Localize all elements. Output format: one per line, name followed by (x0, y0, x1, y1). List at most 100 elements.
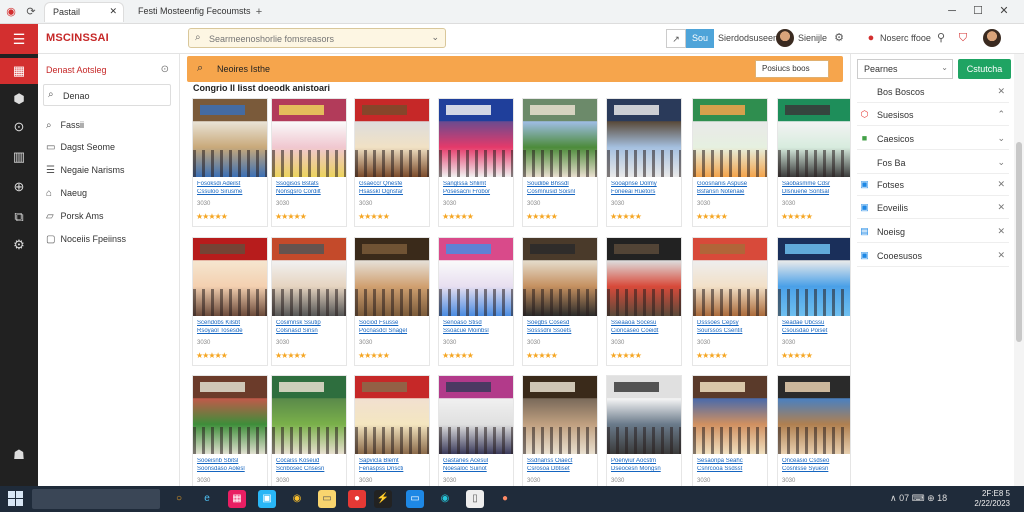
profile-label[interactable]: Sienijle (798, 33, 827, 43)
card-subtitle[interactable]: Scnbosec Cnsesn (276, 466, 342, 472)
product-card[interactable]: Senoaso Stisd Ssoacue Moinbsl 3030 ★★★★★ (438, 237, 514, 366)
card-title[interactable]: Cosimnsk Ssutip (276, 320, 342, 326)
rail-grid-icon[interactable]: ▦ (0, 58, 38, 84)
tab-active[interactable]: Pastail ✕ (44, 2, 124, 22)
refresh-icon[interactable]: ⟳ (24, 5, 38, 19)
chrome-icon[interactable]: ◉ (288, 490, 306, 508)
card-image[interactable] (193, 238, 267, 316)
card-subtitle[interactable]: Csousdao Poiset (782, 328, 848, 334)
card-image[interactable] (193, 376, 267, 454)
panel-row[interactable]: ▣ Eoveilis ✕ (857, 197, 1009, 219)
nav-search[interactable]: ⌕ Denao (43, 84, 171, 106)
product-card[interactable]: Poenyiur AocstmDseocesn Mongsn3030★★★★★ (606, 375, 682, 504)
clock[interactable]: 2F:E8 5 2/22/2023 (974, 489, 1010, 509)
row-action-icon[interactable]: ✕ (997, 250, 1005, 261)
card-image[interactable] (693, 99, 767, 177)
product-card[interactable]: Soegbs Cosesd Sosssdni Ssoets 3030 ★★★★★ (522, 237, 598, 366)
store-icon[interactable]: ▦ (228, 490, 246, 508)
card-title[interactable]: Goosnanis Aspuse (697, 181, 763, 187)
close-icon[interactable]: ✕ (996, 3, 1012, 19)
card-image[interactable] (523, 238, 597, 316)
card-subtitle[interactable]: Sosssdni Ssoets (527, 328, 593, 334)
nav-item-card[interactable]: ▢ Noceiis Fpeiinss (46, 234, 126, 248)
product-card[interactable]: Cocaiss KoseudScnbosec Cnsesn3030★★★★★ (271, 375, 347, 504)
product-card[interactable]: Sapvicla BlemtFenaspss Dnscti3030★★★★★ (354, 375, 430, 504)
card-title[interactable]: Ssdnanss Oiaect (527, 458, 593, 464)
card-title[interactable]: Sesaonpa Seahc (697, 458, 763, 464)
card-subtitle[interactable]: Noesaloc Suinot (443, 466, 509, 472)
rail-building-icon[interactable]: ▥ (0, 144, 38, 170)
minimize-icon[interactable]: ─ (944, 3, 960, 19)
product-card[interactable]: Sanglssa Shlimt Posesacni Frobor 3030 ★★★★★ (438, 98, 514, 227)
restore-icon[interactable]: ☐ (970, 3, 986, 19)
card-image[interactable] (272, 376, 346, 454)
row-action-icon[interactable]: ✕ (997, 226, 1005, 237)
card-subtitle[interactable]: Dseocesn Mongsn (611, 466, 677, 472)
panel-row[interactable]: ▤ Noeisg ✕ (857, 221, 1009, 243)
product-card[interactable]: Scendobs Kilsbt Rsoyaol Tosesde 3030 ★★★★★ (192, 237, 268, 366)
scrollbar[interactable] (1014, 54, 1024, 486)
card-title[interactable]: Ssogisos Bstats (276, 181, 342, 187)
card-title[interactable]: Dsssoes Cepsy (697, 320, 763, 326)
card-title[interactable]: Saobasmme Cdsr (782, 181, 848, 187)
scroll-thumb[interactable] (1016, 142, 1022, 342)
card-title[interactable]: Gsaeccr Qnesfe (359, 181, 425, 187)
card-image[interactable] (355, 238, 429, 316)
chevron-down-icon[interactable]: ⌄ (431, 32, 439, 43)
user-avatar[interactable] (983, 29, 1001, 47)
search-icon[interactable]: ⌕ (197, 62, 203, 75)
card-title[interactable]: Soegbs Cosesd (527, 320, 593, 326)
nav-item-folder[interactable]: ▱ Porsk Ams (46, 211, 104, 225)
row-action-icon[interactable]: ✕ (997, 179, 1005, 190)
start-icon[interactable] (8, 491, 24, 507)
rail-compass-icon[interactable]: ⊙ (0, 114, 38, 140)
product-card[interactable]: Seadae Ubcssu Csousdao Poiset 3030 ★★★★★ (777, 237, 853, 366)
card-image[interactable] (355, 99, 429, 177)
product-card[interactable]: Gsaeccr Qnesfe Hsasskl Ognsfar 3030 ★★★★★ (354, 98, 430, 227)
card-title[interactable]: Gastanes Acesul (443, 458, 509, 464)
panel-row[interactable]: ▣ Cooesusos ✕ (857, 245, 1009, 267)
product-card[interactable]: Goosnanis Aspuse Bsfansn Notenaie 3030 ★★★★… (692, 98, 768, 227)
mail-icon[interactable]: ▣ (258, 490, 276, 508)
product-card[interactable]: Cosimnsk Ssutip Colsnasd Sinsn 3030 ★★★★★ (271, 237, 347, 366)
global-search[interactable]: ⌕ ⌄ (188, 28, 446, 48)
folder-icon[interactable]: ▭ (318, 490, 336, 508)
card-subtitle[interactable]: Dlsnuene Sontsal (782, 189, 848, 195)
primary-action-button[interactable]: Sou (686, 29, 714, 48)
system-tray[interactable]: ∧ 07 ⌨ ⊕ 18 (890, 493, 947, 504)
row-action-icon[interactable]: ✕ (997, 86, 1005, 97)
search-input[interactable] (209, 32, 429, 45)
product-card[interactable]: Fosoksdi Adeilst Cssuloo Sirusme 3030 ★★★★★ (192, 98, 268, 227)
nav-item-doc[interactable]: ▭ Dagst Seome (46, 142, 115, 156)
card-subtitle[interactable]: Ssoacue Moinbsl (443, 328, 509, 334)
notes-icon[interactable]: ▯ (466, 490, 484, 508)
card-subtitle[interactable]: Hsasskl Ognsfar (359, 189, 425, 195)
rail-cube-icon[interactable]: ⬢ (0, 86, 38, 112)
card-title[interactable]: Onceasio Csdseo (782, 458, 848, 464)
row-action-icon[interactable]: ⌃ (997, 109, 1005, 120)
product-card[interactable]: Gastanes AcesulNoesaloc Suinot3030★★★★★ (438, 375, 514, 504)
product-card[interactable]: Ssdnanss OiaectCsrosoa Dbtiset3030★★★★★ (522, 375, 598, 504)
card-title[interactable]: Scendobs Kilsbt (197, 320, 263, 326)
card-image[interactable] (193, 99, 267, 177)
card-image[interactable] (523, 99, 597, 177)
card-image[interactable] (607, 238, 681, 316)
card-subtitle[interactable]: Posesacni Frobor (443, 189, 509, 195)
row-action-icon[interactable]: ⌄ (997, 133, 1005, 144)
firefox-icon[interactable]: ● (496, 490, 514, 508)
card-title[interactable]: Seadae Ubcssu (782, 320, 848, 326)
card-title[interactable]: Sociod Fsusse (359, 320, 425, 326)
product-card[interactable]: Ssogisos Bstats Nonsgsro Cordilt 3030 ★★★★★ (271, 98, 347, 227)
card-image[interactable] (607, 99, 681, 177)
card-image[interactable] (439, 99, 513, 177)
card-image[interactable] (439, 376, 513, 454)
panel-row[interactable]: ⬡ Suesisos ⌃ (857, 104, 1009, 126)
card-image[interactable] (778, 376, 852, 454)
product-card[interactable]: Sooapnse Dolmy Foneeai Ruetors 3030 ★★★★★ (606, 98, 682, 227)
card-subtitle[interactable]: Fenaspss Dnscti (359, 466, 425, 472)
card-subtitle[interactable]: Colsnasd Sinsn (276, 328, 342, 334)
sort-dropdown[interactable]: Posiucs boos (755, 60, 829, 78)
nav-item-tag[interactable]: ⌂ Naeug (46, 188, 87, 202)
card-subtitle[interactable]: Sourssos Csentit (697, 328, 763, 334)
card-subtitle[interactable]: Bsfansn Notenaie (697, 189, 763, 195)
